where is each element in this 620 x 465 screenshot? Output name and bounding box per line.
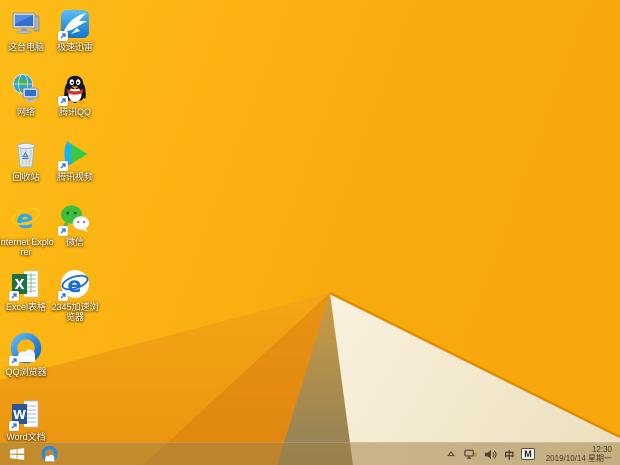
shortcut-arrow-icon: [58, 31, 68, 41]
wechat-icon: [58, 203, 91, 236]
start-button[interactable]: [0, 443, 34, 465]
desktop-icon-2345-browser[interactable]: e 2345加速浏览器: [47, 268, 103, 322]
clock-time: 12:30: [591, 445, 612, 454]
recycle-bin-icon: [10, 138, 42, 170]
desktop-icon-word[interactable]: W Word文档: [0, 398, 54, 442]
icon-label: 2345加速浏览器: [51, 302, 99, 322]
word-icon: W: [9, 398, 42, 431]
icon-label: Excel表格: [5, 302, 46, 312]
desktop-icon-excel[interactable]: X Excel表格: [0, 268, 54, 312]
icon-label: 极速迅雷: [56, 42, 93, 52]
xunlei-icon: [58, 8, 91, 41]
volume-icon[interactable]: [484, 447, 497, 461]
shortcut-arrow-icon: [58, 226, 68, 236]
icon-label: 网络: [16, 107, 35, 117]
network-status-icon[interactable]: [464, 447, 478, 461]
icon-label: Word文档: [6, 432, 46, 442]
shortcut-arrow-icon: [9, 356, 19, 366]
shortcut-arrow-icon: [58, 291, 68, 301]
tencent-video-icon: [58, 138, 91, 171]
taskbar-clock[interactable]: 12:30 2019/10/14 星期一: [546, 445, 614, 463]
icon-label: 回收站: [12, 172, 40, 182]
qq-browser-icon: [9, 333, 42, 366]
desktop-icon-network[interactable]: 网络: [0, 73, 54, 117]
system-tray: 中 M 12:30 2019/10/14 星期一: [444, 443, 620, 465]
windows-desktop: 这台电脑 极速迅雷 网络 腾讯QQ 回收站 腾讯视频 e Internet Ex…: [0, 0, 620, 465]
icon-label: QQ浏览器: [5, 367, 47, 377]
desktop-icon-tencent-video[interactable]: 腾讯视频: [47, 138, 103, 182]
icon-label: 腾讯QQ: [58, 107, 91, 117]
windows-logo-icon: [9, 448, 24, 460]
taskbar-pinned-qq-browser[interactable]: [34, 443, 64, 465]
qq-penguin-icon: [58, 73, 91, 106]
desktop-icon-internet-explorer[interactable]: e Internet Explorer: [0, 203, 54, 257]
shortcut-arrow-icon: [9, 291, 19, 301]
desktop-icon-wechat[interactable]: 微信: [47, 203, 103, 247]
this-pc-icon: [10, 8, 42, 40]
desktop-icon-recycle-bin[interactable]: 回收站: [0, 138, 54, 182]
ime-mode-indicator[interactable]: M: [521, 448, 535, 460]
shortcut-arrow-icon: [58, 96, 68, 106]
ime-language-indicator[interactable]: 中: [504, 447, 514, 462]
desktop-icon-this-pc[interactable]: 这台电脑: [0, 8, 54, 52]
desktop-icon-xunlei[interactable]: 极速迅雷: [47, 8, 103, 52]
icon-label: 腾讯视频: [56, 172, 93, 182]
excel-icon: X: [9, 268, 42, 301]
desktop-icon-tencent-qq[interactable]: 腾讯QQ: [47, 73, 103, 117]
desktop-icon-qq-browser[interactable]: QQ浏览器: [0, 333, 54, 377]
shortcut-arrow-icon: [9, 421, 19, 431]
qq-browser-icon: [40, 445, 58, 462]
icon-label: 微信: [65, 237, 84, 247]
browser-2345-icon: e: [58, 268, 91, 301]
icon-label: 这台电脑: [7, 42, 44, 52]
svg-text:W: W: [13, 408, 26, 422]
taskbar: 中 M 12:30 2019/10/14 星期一: [0, 442, 620, 465]
show-hidden-icons-chevron-icon[interactable]: [444, 447, 457, 461]
icon-label: Internet Explorer: [0, 237, 54, 257]
network-globe-icon: [10, 73, 42, 105]
shortcut-arrow-icon: [58, 161, 68, 171]
clock-date: 2019/10/14 星期一: [545, 454, 612, 463]
internet-explorer-icon: e: [10, 203, 42, 235]
